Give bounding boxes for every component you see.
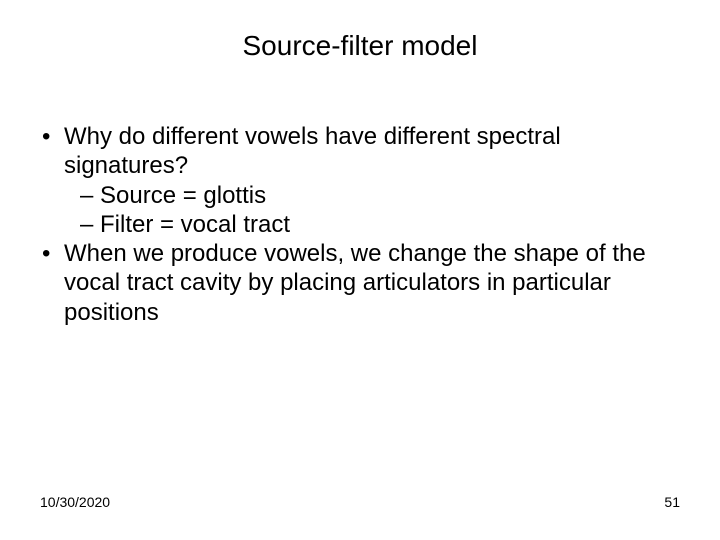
footer-page-number: 51 xyxy=(664,494,680,510)
sub-bullet-item: Source = glottis xyxy=(40,181,680,210)
sub-bullet-item: Filter = vocal tract xyxy=(40,210,680,239)
slide-body: Why do different vowels have different s… xyxy=(40,122,680,327)
bullet-item: When we produce vowels, we change the sh… xyxy=(40,239,680,327)
bullet-item: Why do different vowels have different s… xyxy=(40,122,680,181)
bullet-list: Why do different vowels have different s… xyxy=(40,122,680,327)
slide-title: Source-filter model xyxy=(0,30,720,62)
footer-date: 10/30/2020 xyxy=(40,494,110,510)
slide: Source-filter model Why do different vow… xyxy=(0,0,720,540)
